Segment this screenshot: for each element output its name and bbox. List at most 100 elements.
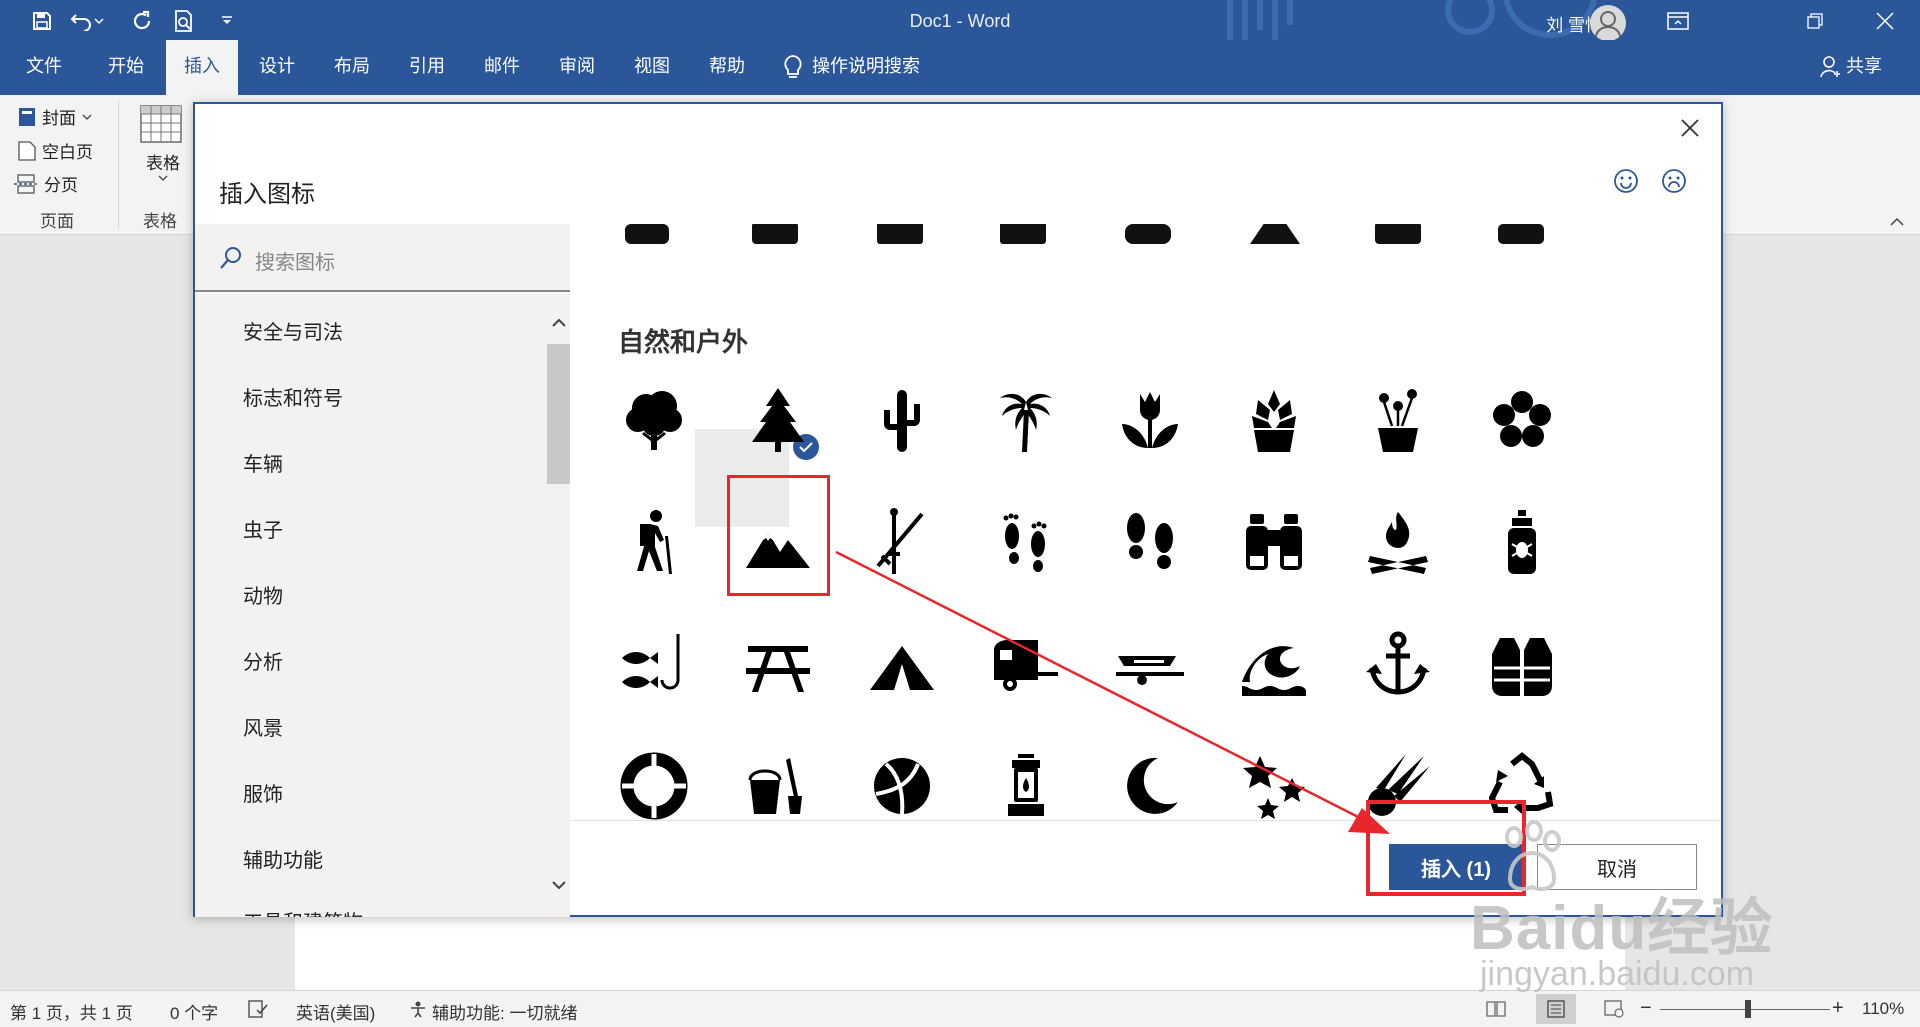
category-item[interactable]: 工具和建筑物 bbox=[243, 906, 363, 917]
beach-ball-icon[interactable] bbox=[866, 750, 938, 822]
annotation-highlight-icon bbox=[727, 475, 830, 596]
tab-review[interactable]: 审阅 bbox=[540, 40, 614, 95]
watermark-brand: Baidu经验 bbox=[1470, 894, 1774, 963]
tab-layout[interactable]: 布局 bbox=[314, 40, 390, 95]
table-label: 表格 bbox=[146, 154, 180, 173]
watermark: Baidu经验 jingyan.baidu.com bbox=[1470, 815, 1910, 1015]
category-item[interactable]: 标志和符号 bbox=[243, 382, 343, 411]
close-icon[interactable] bbox=[1680, 118, 1700, 138]
word-count[interactable]: 0 个字 bbox=[170, 999, 218, 1024]
wave-icon[interactable] bbox=[1238, 628, 1310, 700]
footprints-icon[interactable] bbox=[990, 506, 1062, 578]
avatar[interactable] bbox=[1590, 5, 1626, 40]
tab-view[interactable]: 视图 bbox=[614, 40, 690, 95]
bug-spray-icon[interactable] bbox=[1486, 506, 1558, 578]
lightbulb-icon bbox=[782, 54, 806, 80]
category-item[interactable]: 分析 bbox=[243, 646, 283, 675]
restore-window-icon[interactable] bbox=[1795, 8, 1835, 34]
category-item[interactable]: 虫子 bbox=[243, 514, 283, 543]
camper-icon[interactable] bbox=[990, 628, 1062, 700]
tab-mailings[interactable]: 邮件 bbox=[464, 40, 540, 95]
close-window-icon[interactable] bbox=[1865, 8, 1905, 34]
category-item[interactable]: 安全与司法 bbox=[243, 316, 343, 345]
lantern-icon[interactable] bbox=[990, 750, 1062, 822]
search-box[interactable]: 搜索图标 bbox=[195, 224, 570, 292]
table-button[interactable]: 表格 bbox=[140, 105, 186, 195]
section-title: 自然和户外 bbox=[618, 327, 749, 357]
search-input[interactable]: 搜索图标 bbox=[255, 246, 335, 275]
tent-icon[interactable] bbox=[866, 628, 938, 700]
smile-feedback-icon[interactable] bbox=[1613, 168, 1639, 194]
tab-insert[interactable]: 插入 bbox=[166, 40, 238, 95]
document-title: Doc1 - Word bbox=[909, 11, 1011, 31]
ribbon-display-options-icon[interactable] bbox=[1658, 8, 1698, 34]
collapse-ribbon-icon[interactable] bbox=[1890, 217, 1904, 227]
tab-references[interactable]: 引用 bbox=[390, 40, 464, 95]
blank-page-icon bbox=[18, 140, 36, 161]
group-table-label: 表格 bbox=[143, 212, 177, 231]
blank-page-label: 空白页 bbox=[42, 143, 93, 162]
life-ring-icon[interactable] bbox=[618, 750, 690, 822]
accessibility-icon bbox=[408, 1000, 428, 1018]
share-person-icon bbox=[1820, 55, 1842, 79]
category-item[interactable]: 车辆 bbox=[243, 448, 283, 477]
hiker-icon[interactable] bbox=[618, 506, 690, 578]
watermark-url: jingyan.baidu.com bbox=[1480, 955, 1755, 993]
table-icon bbox=[140, 105, 182, 143]
dialog-title: 插入图标 bbox=[219, 181, 315, 208]
blank-page-button[interactable]: 空白页 bbox=[18, 138, 93, 163]
language[interactable]: 英语(美国) bbox=[296, 999, 375, 1024]
title-bar: Doc1 - Word 刘 雪怡 bbox=[0, 0, 1920, 40]
scroll-up-icon[interactable] bbox=[552, 318, 566, 328]
frown-feedback-icon[interactable] bbox=[1661, 168, 1687, 194]
palm-tree-icon[interactable] bbox=[990, 384, 1062, 456]
cover-page-label: 封面 bbox=[42, 109, 76, 128]
tab-file[interactable]: 文件 bbox=[0, 40, 88, 95]
pine-tree-icon[interactable] bbox=[742, 384, 814, 456]
moon-icon[interactable] bbox=[1114, 750, 1186, 822]
tab-home[interactable]: 开始 bbox=[88, 40, 164, 95]
tab-help[interactable]: 帮助 bbox=[690, 40, 764, 95]
category-list: 安全与司法 标志和符号 车辆 虫子 动物 分析 风景 服饰 辅助功能 工具和建筑… bbox=[195, 294, 570, 917]
category-item[interactable]: 风景 bbox=[243, 712, 283, 741]
boat-trailer-icon[interactable] bbox=[1114, 628, 1186, 700]
picnic-table-icon[interactable] bbox=[742, 628, 814, 700]
category-item[interactable]: 服饰 bbox=[243, 778, 283, 807]
chevron-down-icon bbox=[82, 114, 92, 120]
cover-page-icon bbox=[19, 107, 35, 126]
ribbon-divider bbox=[118, 101, 119, 229]
life-vest-icon[interactable] bbox=[1486, 628, 1558, 700]
cover-page-button[interactable]: 封面 bbox=[18, 104, 92, 129]
tell-me-search[interactable]: 操作说明搜索 bbox=[812, 40, 952, 95]
binoculars-icon[interactable] bbox=[1238, 506, 1310, 578]
campfire-icon[interactable] bbox=[1362, 506, 1434, 578]
previous-section-icons bbox=[625, 224, 1544, 244]
shoe-prints-icon[interactable] bbox=[1114, 506, 1186, 578]
tulip-icon[interactable] bbox=[1114, 384, 1186, 456]
scroll-down-icon[interactable] bbox=[552, 880, 566, 890]
succulent-icon[interactable] bbox=[1238, 384, 1310, 456]
fishing-icon[interactable] bbox=[618, 628, 690, 700]
flower-icon[interactable] bbox=[1486, 384, 1558, 456]
stars-icon[interactable] bbox=[1238, 750, 1310, 822]
page-break-icon bbox=[14, 173, 38, 194]
cactus-icon[interactable] bbox=[866, 384, 938, 456]
anchor-icon[interactable] bbox=[1362, 628, 1434, 700]
ribbon-tabs: 文件 开始 插入 设计 布局 引用 邮件 审阅 视图 帮助 操作说明搜索 共享 bbox=[0, 40, 1920, 95]
insert-icons-dialog: 插入图标 搜索图标 安全与司法 标志和符号 车辆 虫子 动物 分析 风景 服饰 … bbox=[193, 102, 1723, 917]
hiking-poles-icon[interactable] bbox=[866, 506, 938, 578]
tab-design[interactable]: 设计 bbox=[240, 40, 314, 95]
sand-bucket-icon[interactable] bbox=[742, 750, 814, 822]
search-icon bbox=[219, 246, 243, 270]
accessibility-status[interactable]: 辅助功能: 一切就绪 bbox=[432, 999, 577, 1024]
flower-pot-icon[interactable] bbox=[1362, 384, 1434, 456]
page-info[interactable]: 第 1 页，共 1 页 bbox=[10, 999, 133, 1024]
tree-icon[interactable] bbox=[618, 384, 690, 456]
page-break-button[interactable]: 分页 bbox=[14, 171, 78, 196]
share-button[interactable]: 共享 bbox=[1846, 40, 1896, 95]
category-item[interactable]: 辅助功能 bbox=[243, 844, 323, 873]
category-scrollbar-thumb[interactable] bbox=[547, 344, 570, 484]
proofing-icon[interactable] bbox=[248, 1000, 268, 1018]
chevron-down-icon bbox=[158, 175, 168, 181]
category-item[interactable]: 动物 bbox=[243, 580, 283, 609]
